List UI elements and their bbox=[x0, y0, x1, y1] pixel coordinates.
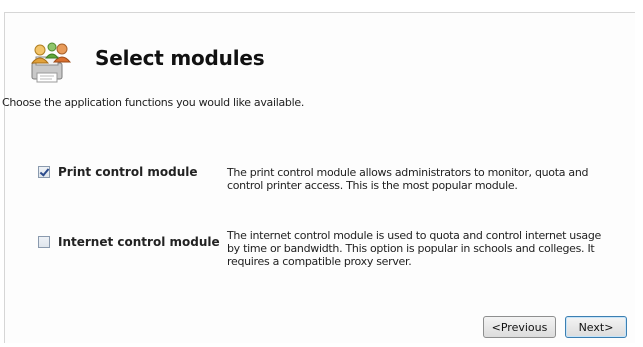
internet-module-description: The internet control module is used to q… bbox=[227, 229, 601, 268]
next-button[interactable]: Next> bbox=[565, 316, 627, 338]
previous-button[interactable]: <Previous bbox=[483, 316, 556, 338]
internet-module-checkbox[interactable] bbox=[38, 236, 50, 248]
print-module-label[interactable]: Print control module bbox=[58, 165, 198, 179]
page-title: Select modules bbox=[95, 46, 265, 70]
print-module-checkbox[interactable] bbox=[38, 166, 50, 178]
print-module-option[interactable]: Print control module bbox=[38, 165, 198, 179]
print-module-description: The print control module allows administ… bbox=[227, 166, 589, 192]
printer-users-icon bbox=[30, 42, 72, 83]
internet-module-label[interactable]: Internet control module bbox=[58, 235, 220, 249]
page-subtitle: Choose the application functions you wou… bbox=[2, 96, 305, 109]
internet-module-option[interactable]: Internet control module bbox=[38, 235, 220, 249]
